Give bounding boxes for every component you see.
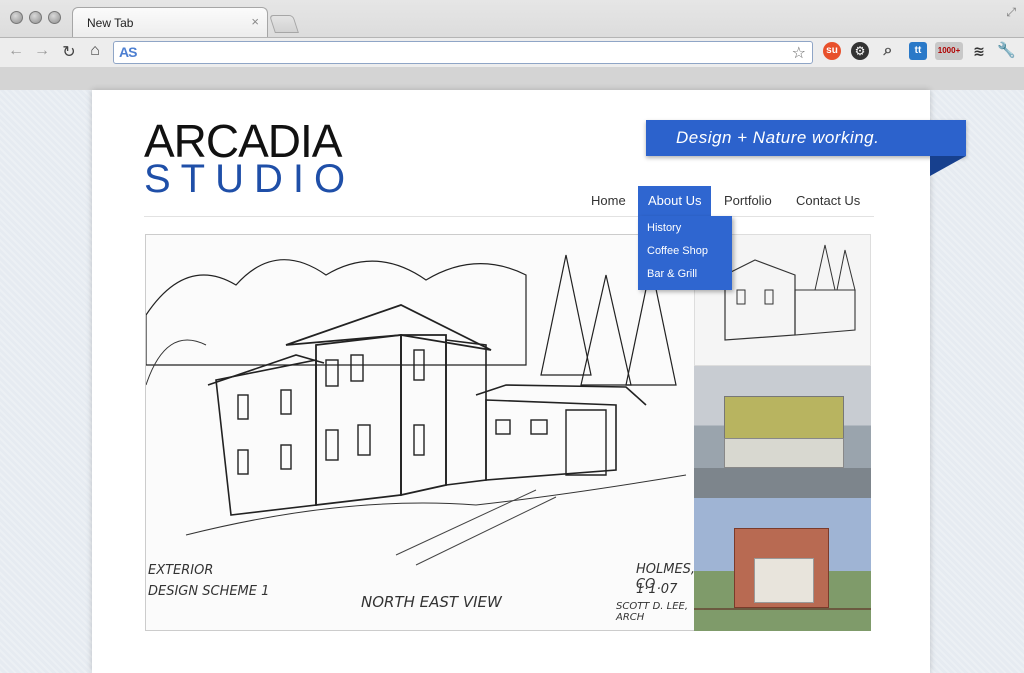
sketch-label-date: 1·1·07 (636, 582, 678, 597)
ribbon-fold (930, 156, 966, 176)
dropdown-item-history[interactable]: History (647, 222, 681, 234)
tagline-ribbon: Design + Nature working. (646, 120, 966, 156)
reload-icon[interactable]: ↻ (59, 42, 79, 62)
browser-toolbar: ← → ↻ ⌂ AS ☆ su ⚙ ⌕ tt 1000+ ≋ 🔧 (0, 37, 1024, 67)
tab-new-tab[interactable]: New Tab × (72, 7, 268, 37)
thumbnail-building-brick[interactable] (694, 498, 871, 631)
fence-shape (694, 608, 871, 618)
tab-title: New Tab (87, 16, 134, 30)
wrench-icon[interactable]: 🔧 (997, 42, 1016, 60)
nav-item-contact-us[interactable]: Contact Us (796, 186, 860, 216)
site-page: ARCADIA STUDIO Design + Nature working. … (92, 90, 966, 673)
home-icon[interactable]: ⌂ (85, 42, 105, 60)
tab-close-icon[interactable]: × (251, 14, 259, 29)
brick-building-porch (754, 558, 814, 603)
main-nav: Home About Us Portfolio Contact Us (92, 186, 930, 216)
nav-item-portfolio[interactable]: Portfolio (724, 186, 772, 216)
back-icon[interactable]: ← (6, 42, 26, 60)
sketch-label-scheme: DESIGN SCHEME 1 (148, 584, 270, 599)
thumbnail-building-yellow[interactable] (694, 366, 871, 498)
bookmarks-bar (0, 67, 1024, 90)
magnifier-icon[interactable]: ⌕ (879, 42, 897, 60)
close-window-button[interactable] (10, 11, 23, 24)
nav-item-about-us[interactable]: About Us (638, 186, 712, 216)
sketch-label-view: NORTH EAST VIEW (361, 593, 502, 611)
tt-icon[interactable]: tt (909, 42, 927, 60)
fullscreen-icon[interactable]: ⤢ (1006, 5, 1016, 20)
tagline-text: Design + Nature working. (676, 128, 880, 147)
street-shape (694, 468, 871, 498)
counter-icon[interactable]: 1000+ (935, 42, 963, 60)
minimize-window-button[interactable] (29, 11, 42, 24)
thumbnail-strip (694, 234, 871, 631)
address-bar[interactable]: AS ☆ (113, 41, 813, 64)
browser-chrome: New Tab × ⤢ ← → ↻ ⌂ AS ☆ su ⚙ ⌕ tt 1000+… (0, 0, 1024, 90)
dropdown-item-bar-grill[interactable]: Bar & Grill (647, 268, 697, 280)
forward-icon[interactable]: → (32, 42, 52, 60)
zoom-window-button[interactable] (48, 11, 61, 24)
featured-sketch-image[interactable]: EXTERIOR DESIGN SCHEME 1 NORTH EAST VIEW… (145, 234, 695, 631)
about-us-dropdown: History Coffee Shop Bar & Grill (638, 216, 732, 290)
sketch-label-exterior: EXTERIOR (148, 563, 214, 578)
house-sketch-drawing (146, 254, 687, 566)
stumbleupon-icon[interactable]: su (823, 42, 841, 60)
sketch-label-architect: SCOTT D. LEE, ARCH (616, 601, 689, 623)
site-favicon-icon: AS (119, 44, 137, 60)
nav-item-home[interactable]: Home (591, 186, 626, 216)
dropdown-item-coffee-shop[interactable]: Coffee Shop (647, 245, 708, 257)
yellow-building-porch (724, 438, 844, 468)
layers-icon[interactable]: ≋ (970, 42, 988, 60)
nav-divider (144, 216, 874, 217)
star-icon[interactable]: ☆ (792, 43, 806, 63)
gear-icon[interactable]: ⚙ (851, 42, 869, 60)
new-tab-button[interactable] (269, 15, 299, 33)
